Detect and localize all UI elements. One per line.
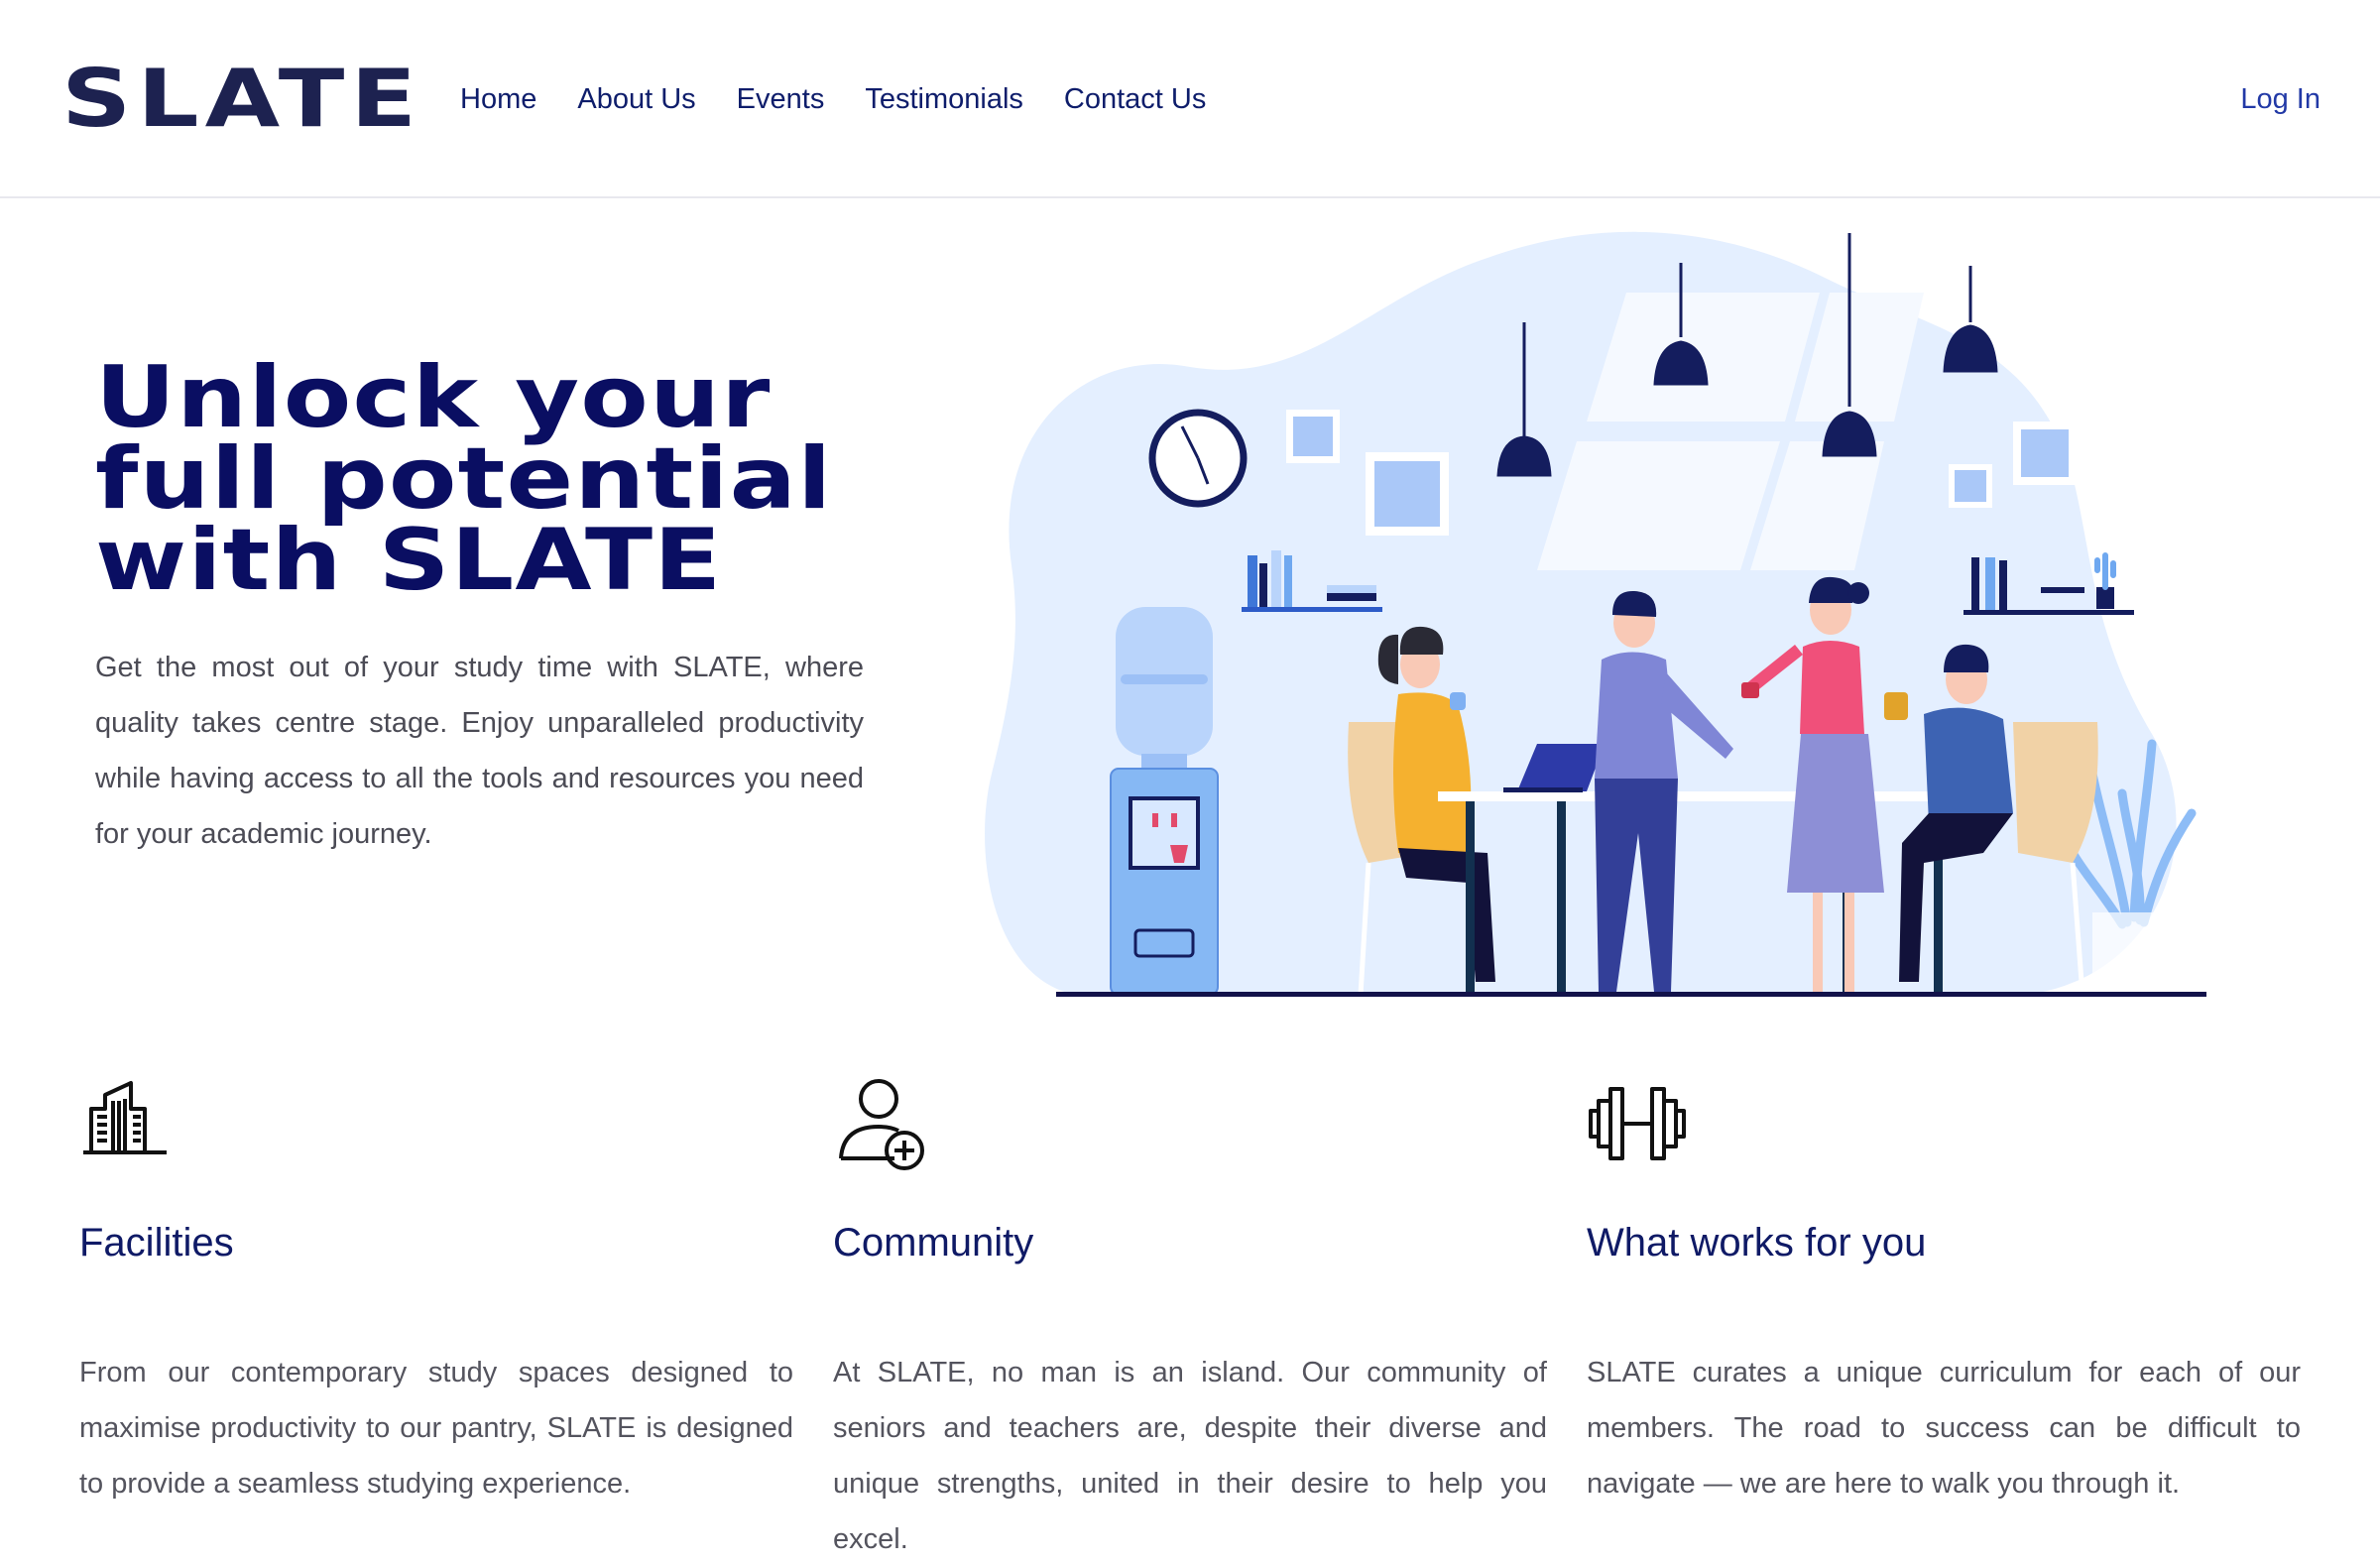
water-cooler-icon — [1110, 607, 1219, 996]
nav-item-events[interactable]: Events — [737, 75, 825, 123]
feature-title: Facilities — [79, 1221, 234, 1265]
hero-title: Unlock your full potential with SLATE — [95, 348, 1015, 610]
clock-icon — [1148, 409, 1248, 508]
site-header: SLATE Home About Us Events Testimonials … — [0, 0, 2380, 198]
login-link[interactable]: Log In — [2240, 75, 2320, 123]
feature-text: SLATE curates a unique curriculum for ea… — [1587, 1357, 2301, 1500]
nav-item-contact-us[interactable]: Contact Us — [1064, 75, 1206, 123]
nav-item-about-us[interactable]: About Us — [577, 75, 695, 123]
office-team-meeting-illustration — [985, 231, 2206, 998]
dumbbell-icon — [1589, 1087, 1686, 1160]
brand-logo[interactable]: SLATE — [61, 52, 422, 147]
floor-line — [1056, 992, 2206, 997]
feature-title: Community — [833, 1221, 1034, 1265]
nav-item-home[interactable]: Home — [460, 75, 536, 123]
hero-title-line: with SLATE — [95, 511, 723, 610]
hero-title-line: full potential — [95, 429, 833, 529]
main-nav: Home About Us Events Testimonials Contac… — [460, 75, 1247, 123]
hero-description: Get the most out of your study time with… — [95, 652, 864, 850]
hero-title-line: Unlock your — [95, 348, 772, 447]
feature-text: From our contemporary study spaces desig… — [79, 1357, 793, 1500]
plant-pot — [2092, 912, 2170, 995]
nav-item-testimonials[interactable]: Testimonials — [865, 75, 1023, 123]
building-icon — [83, 1081, 167, 1154]
feature-text: At SLATE, no man is an island. Our commu… — [833, 1357, 1547, 1555]
user-add-icon — [839, 1079, 924, 1170]
feature-title: What works for you — [1587, 1221, 1927, 1265]
